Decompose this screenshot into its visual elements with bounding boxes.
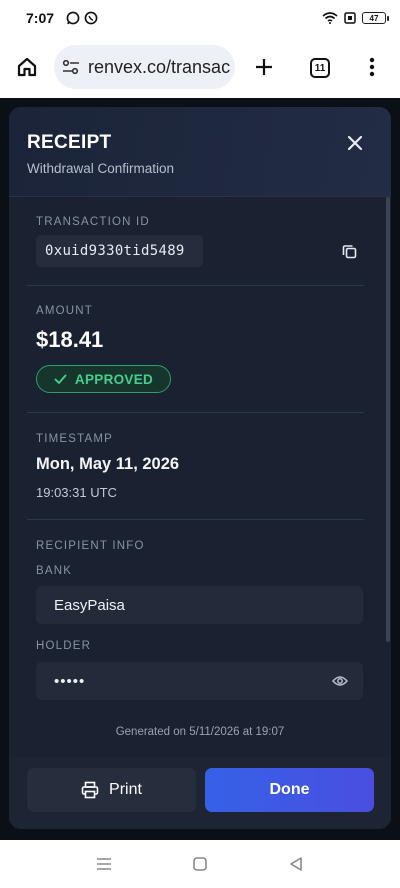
address-bar[interactable]: renvex.co/transac [54, 45, 235, 89]
done-button[interactable]: Done [205, 768, 374, 812]
receipt-modal: RECEIPT Withdrawal Confirmation TRANSACT… [9, 107, 391, 829]
url-text: renvex.co/transac [88, 56, 231, 77]
status-badge: APPROVED [36, 365, 171, 393]
receipt-footer: Print Done [9, 757, 391, 829]
printer-icon [81, 781, 99, 799]
check-icon [54, 374, 67, 384]
plus-icon[interactable] [252, 55, 276, 79]
timestamp-date: Mon, May 11, 2026 [36, 455, 180, 473]
home-icon[interactable] [14, 55, 40, 79]
receipt-header: RECEIPT Withdrawal Confirmation [9, 107, 391, 197]
back-icon[interactable] [286, 854, 306, 874]
home-nav-icon[interactable] [190, 854, 210, 874]
receipt-subtitle: Withdrawal Confirmation [27, 161, 175, 176]
status-bar: 7:07 47 [0, 0, 400, 36]
status-text: APPROVED [74, 371, 154, 387]
status-time: 7:07 [26, 10, 55, 26]
timestamp-time: 19:03:31 UTC [36, 485, 117, 500]
close-button[interactable] [343, 131, 367, 155]
timestamp-label: TIMESTAMP [36, 433, 114, 445]
generated-note: Generated on 5/11/2026 at 19:07 [115, 726, 285, 738]
transaction-id-value: 0xuid9330tid5489 [45, 243, 185, 259]
wifi-icon [322, 12, 338, 24]
eye-icon [332, 676, 348, 686]
recents-icon[interactable] [94, 854, 114, 874]
copy-button[interactable] [339, 241, 359, 261]
close-icon [347, 135, 363, 151]
tune-icon[interactable] [62, 59, 80, 75]
holder-value: ••••• [54, 672, 86, 690]
divider [27, 519, 364, 520]
amount-value: $18.41 [36, 327, 104, 352]
more-vert-icon[interactable] [362, 55, 382, 79]
receipt-title: RECEIPT [27, 132, 112, 153]
done-button-label: Done [269, 781, 310, 798]
divider [27, 412, 364, 413]
divider [27, 285, 364, 286]
browser-toolbar: renvex.co/transac 11 [0, 36, 400, 98]
transaction-id-value-box: 0xuid9330tid5489 [36, 235, 203, 267]
reveal-holder-button[interactable] [331, 672, 349, 690]
copy-icon [342, 244, 356, 258]
recipient-info-label: RECIPIENT INFO [36, 540, 145, 552]
scrollbar[interactable] [386, 197, 390, 642]
tab-count: 11 [310, 58, 330, 78]
system-navigation-bar [0, 840, 400, 888]
whatsapp-business-icon [84, 11, 98, 25]
whatsapp-icon [66, 11, 80, 25]
battery-icon: 47 [362, 12, 389, 24]
amount-label: AMOUNT [36, 305, 94, 317]
holder-label: HOLDER [36, 640, 92, 652]
tab-switcher-button[interactable]: 11 [308, 56, 332, 80]
sim-icon [344, 12, 356, 24]
print-button[interactable]: Print [27, 768, 196, 812]
print-button-label: Print [109, 781, 142, 798]
transaction-id-label: TRANSACTION ID [36, 216, 150, 228]
bank-label: BANK [36, 565, 73, 577]
bank-field: EasyPaisa [36, 586, 363, 624]
holder-field: ••••• [36, 662, 363, 700]
bank-value: EasyPaisa [54, 596, 125, 614]
